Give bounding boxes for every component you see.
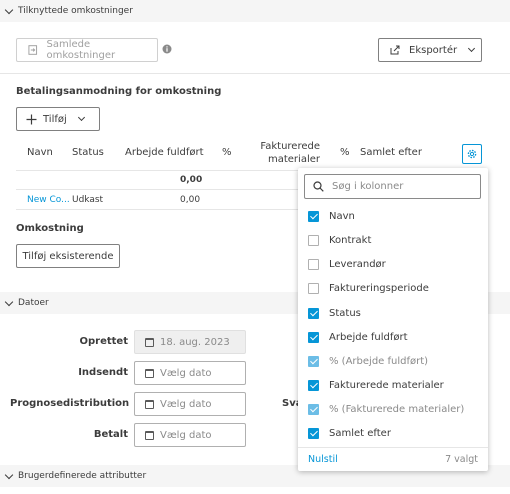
collected-costs-label: Samlede omkostninger [46,39,116,61]
checkbox [308,355,319,367]
column-option-leverandor[interactable]: Leverandør [308,256,386,272]
column-option-label: % (Fakturerede materialer) [329,403,465,415]
sent-label: Indsendt [78,367,128,378]
row-status: Udkast [72,195,104,205]
checkbox[interactable] [308,234,319,246]
info-icon[interactable] [162,44,172,54]
export-label: Eksportér [409,44,458,56]
column-option-label: Navn [329,210,355,222]
forecast-label: Prognosedistribution [10,398,130,409]
calendar-icon [145,430,154,440]
cost-heading: Omkostning [16,223,84,234]
created-date-value: 18. aug. 2023 [160,336,230,348]
row-work-completed: 0,00 [180,195,201,205]
section-linked-costs-title: Tilknyttede omkostninger [18,6,133,16]
gear-icon [467,149,477,159]
row-name-link[interactable]: New Co... [27,195,70,205]
selected-count: 7 valgt [445,454,478,465]
column-option-navn[interactable]: Navn [308,208,355,224]
column-search-input[interactable]: Søg i kolonner [304,174,481,199]
column-option-label: Status [329,307,361,319]
column-option-label: Fakturerede materialer [329,379,444,391]
created-label: Oprettet [79,336,129,347]
paid-label: Betalt [93,429,128,440]
checkbox[interactable] [308,331,319,343]
forecast-date-input[interactable]: Vælg dato [134,392,246,416]
table-divider [16,189,298,190]
checkbox[interactable] [308,258,319,270]
column-option-label: Faktureringsperiode [329,282,429,294]
column-header-work-completed[interactable]: Arbejde fuldført [125,147,204,158]
chevron-down-icon [4,297,14,306]
sent-date-input[interactable]: Vælg dato [134,361,246,385]
column-header-status[interactable]: Status [72,147,104,158]
column-option-samlet-efter[interactable]: Samlet efter [308,425,391,441]
column-option-label: Samlet efter [329,427,391,439]
checkbox [308,403,319,415]
reset-button[interactable]: Nulstil [308,454,338,465]
checkbox[interactable] [308,379,319,391]
column-option-percent-arbejde: % (Arbejde fuldført) [308,353,428,369]
sent-date-placeholder: Vælg dato [160,367,212,379]
chevron-down-icon [77,113,85,122]
column-option-kontrakt[interactable]: Kontrakt [308,232,371,248]
section-linked-costs-header[interactable]: Tilknyttede omkostninger [0,0,510,22]
table-divider [16,170,298,171]
calendar-icon [145,399,154,409]
export-button[interactable]: Eksportér [378,38,482,62]
divider [0,73,510,74]
column-picker-footer: Nulstil 7 valgt [298,447,488,471]
column-header-percent-work[interactable]: % [222,147,232,158]
column-option-arbejde-fuldfort[interactable]: Arbejde fuldført [308,329,408,345]
column-header-percent-materials[interactable]: % [340,147,350,158]
column-header-total-after[interactable]: Samlet efter [360,147,422,158]
add-label: Tilføj [43,113,67,125]
column-header-name[interactable]: Navn [27,147,53,158]
checkbox[interactable] [308,307,319,319]
plus-icon [26,114,37,124]
checkbox[interactable] [308,282,319,294]
column-option-status[interactable]: Status [308,305,361,321]
column-picker-dropdown: Søg i kolonner Navn Kontrakt Leverandør … [298,168,488,471]
table-divider [16,209,298,210]
chevron-down-icon [4,5,14,14]
total-work-completed: 0,00 [180,175,203,185]
column-option-percent-materialer: % (Fakturerede materialer) [308,401,464,417]
column-option-label: % (Arbejde fuldført) [329,355,429,367]
column-settings-button[interactable] [462,144,482,164]
checkbox[interactable] [308,210,319,222]
column-header-invoiced-materials[interactable]: Fakturerede materialer [256,140,320,166]
calendar-icon [145,337,154,347]
column-option-label: Kontrakt [329,234,372,246]
search-icon [313,181,324,192]
export-icon [390,45,400,55]
chevron-down-icon [468,44,476,53]
collected-costs-button[interactable]: Samlede omkostninger [16,38,158,62]
calendar-icon [145,368,154,378]
payment-request-heading: Betalingsanmodning for omkostning [16,86,222,97]
section-dates-title: Datoer [18,298,49,308]
paid-date-input[interactable]: Vælg dato [134,423,246,447]
collected-costs-icon [28,45,38,55]
created-date-field: 18. aug. 2023 [134,330,246,354]
add-button[interactable]: Tilføj [16,107,100,131]
section-custom-attributes-title: Brugerdefinerede attributter [18,471,147,481]
column-option-label: Leverandør [329,258,386,270]
column-option-label: Arbejde fuldført [329,331,408,343]
column-option-fakturerede-materialer[interactable]: Fakturerede materialer [308,377,444,393]
checkbox[interactable] [308,427,319,439]
forecast-date-placeholder: Vælg dato [160,398,212,410]
add-existing-label: Tilføj eksisterende [22,250,114,262]
column-option-faktureringsperiode[interactable]: Faktureringsperiode [308,280,429,296]
paid-date-placeholder: Vælg dato [160,429,212,441]
add-existing-button[interactable]: Tilføj eksisterende [16,244,120,268]
column-search-placeholder: Søg i kolonner [332,181,404,192]
chevron-down-icon [4,470,14,479]
